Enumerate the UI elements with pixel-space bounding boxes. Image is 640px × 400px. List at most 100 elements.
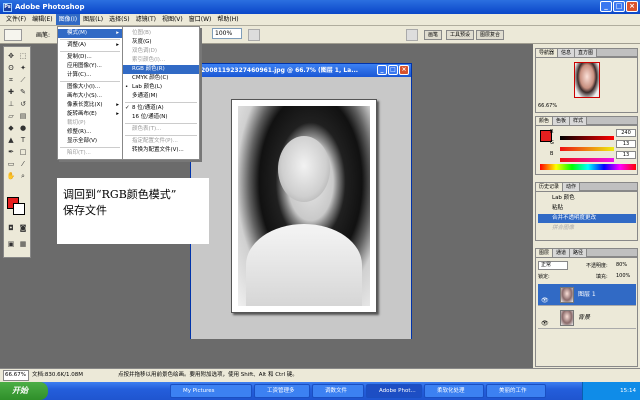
image-menu-trim[interactable]: 修整(R)... [58, 128, 122, 137]
full-screen-icon[interactable]: ▦ [18, 239, 28, 249]
channel-g-slider[interactable] [560, 147, 614, 151]
tab-layers[interactable]: 图层 [536, 249, 554, 257]
navigator-zoom[interactable]: 66.67% [538, 103, 557, 109]
brush-tool-icon[interactable]: ✎ [18, 87, 28, 97]
gradient-tool-icon[interactable]: ▤ [18, 111, 28, 121]
minimize-button[interactable]: _ [600, 1, 612, 12]
move-tool-icon[interactable]: ✥ [6, 51, 16, 61]
marquee-tool-icon[interactable]: ⬚ [18, 51, 28, 61]
brush-tool-preset-icon[interactable] [4, 29, 22, 41]
menu-layer[interactable]: 图层(L) [80, 14, 106, 25]
channel-b-value[interactable]: 13 [616, 151, 636, 159]
notes-tool-icon[interactable]: ▭ [6, 159, 16, 169]
mode-grayscale[interactable]: 灰度(G) [123, 38, 199, 47]
channel-r-value[interactable]: 240 [616, 129, 636, 137]
mode-lab[interactable]: • Lab 颜色(L) [123, 83, 199, 92]
image-menu-pixel-aspect[interactable]: 像素长宽比(X) ▸ [58, 101, 122, 110]
task-folder[interactable]: 调数文件 [312, 384, 364, 398]
magic-wand-tool-icon[interactable]: ✦ [18, 63, 28, 73]
blur-tool-icon[interactable]: ◆ [6, 123, 16, 133]
image-menu-reveal-all[interactable]: 显示全部(V) [58, 137, 122, 146]
image-menu-mode[interactable]: 模式(M) ▸ [58, 29, 122, 38]
tab-styles[interactable]: 样式 [570, 117, 588, 125]
layer-row[interactable]: 👁 背景 [538, 307, 636, 329]
history-brush-icon[interactable]: ↺ [18, 99, 28, 109]
channel-r-slider[interactable] [560, 136, 614, 140]
task-my-pictures[interactable]: My Pictures [170, 384, 252, 398]
image-menu-rotate[interactable]: 旋转画布(E) ▸ [58, 110, 122, 119]
eye-icon[interactable]: 👁 [541, 313, 549, 335]
mode-16bit[interactable]: 16 位/通道(N) [123, 113, 199, 122]
image-menu-duplicate[interactable]: 复制(D)... [58, 53, 122, 62]
channel-b-slider[interactable] [560, 158, 614, 162]
menu-view[interactable]: 视图(V) [159, 14, 186, 25]
menu-filter[interactable]: 滤镜(T) [133, 14, 159, 25]
task-manager[interactable]: 工资管理多 [254, 384, 310, 398]
tab-paths[interactable]: 路径 [570, 249, 588, 257]
system-tray-clock[interactable]: 15:14 [582, 382, 640, 400]
tab-channels[interactable]: 通道 [553, 249, 571, 257]
status-zoom-field[interactable]: 66.67% [3, 370, 29, 381]
mode-8bit[interactable]: ✓ 8 位/通道(A) [123, 104, 199, 113]
task-photoshop[interactable]: Adobe Phot... [366, 384, 422, 398]
tab-info[interactable]: 信息 [558, 49, 576, 57]
standard-mode-icon[interactable]: ◙ [18, 223, 28, 233]
maximize-button[interactable]: □ [613, 1, 625, 12]
mode-multichannel[interactable]: 多通道(M) [123, 92, 199, 101]
crop-tool-icon[interactable]: ⌗ [6, 75, 16, 85]
document-canvas[interactable] [191, 77, 411, 339]
path-select-icon[interactable]: ▲ [6, 135, 16, 145]
menu-edit[interactable]: 编辑(E) [29, 14, 55, 25]
navigator-thumbnail[interactable] [574, 62, 600, 98]
mode-convert-profile[interactable]: 转换为配置文件(V)... [123, 146, 199, 155]
doc-maximize-button[interactable]: □ [388, 65, 398, 75]
tab-histogram[interactable]: 直方图 [575, 49, 598, 57]
blend-mode-select[interactable]: 正常 [538, 261, 568, 270]
hand-tool-icon[interactable]: ✋ [6, 171, 16, 181]
status-doc-size[interactable]: 文档:830.6K/1.08M [32, 369, 83, 382]
mode-cmyk[interactable]: CMYK 颜色(C) [123, 74, 199, 83]
quick-mask-icon[interactable]: ◘ [6, 223, 16, 233]
tab-color[interactable]: 颜色 [536, 117, 554, 125]
image-menu-image-size[interactable]: 图像大小(I)... [58, 83, 122, 92]
close-button[interactable]: × [626, 1, 638, 12]
menu-image[interactable]: 图像(I) [55, 14, 81, 25]
doc-minimize-button[interactable]: _ [377, 65, 387, 75]
history-item[interactable]: 粘贴 [538, 204, 636, 213]
image-menu-apply-image[interactable]: 应用图像(Y)... [58, 62, 122, 71]
image-menu-canvas-size[interactable]: 画布大小(S)... [58, 92, 122, 101]
shape-tool-icon[interactable]: □ [18, 147, 28, 157]
stamp-tool-icon[interactable]: ⊥ [6, 99, 16, 109]
dodge-tool-icon[interactable]: ● [18, 123, 28, 133]
menu-help[interactable]: 帮助(H) [214, 14, 241, 25]
history-item[interactable]: 拼合图像 [538, 224, 636, 233]
image-menu-calculations[interactable]: 计算(C)... [58, 71, 122, 80]
opacity-value[interactable]: 80% [616, 262, 627, 268]
layer-row-selected[interactable]: 👁 图层 1 [538, 284, 636, 306]
type-tool-icon[interactable]: T [18, 135, 28, 145]
tab-history[interactable]: 历史记录 [536, 183, 564, 191]
zoom-field[interactable]: 100% [212, 28, 242, 39]
background-color-swatch[interactable] [13, 203, 25, 215]
mode-rgb[interactable]: RGB 颜色(R) [123, 65, 199, 74]
well-tool-presets[interactable]: 工具预设 [446, 30, 475, 40]
zoom-tool-icon[interactable]: ⌕ [18, 171, 28, 181]
history-item-selected[interactable]: 合并不透明度更改 [538, 214, 636, 223]
menu-select[interactable]: 选择(S) [106, 14, 133, 25]
doc-close-button[interactable]: × [399, 65, 409, 75]
document-titlebar[interactable]: 20081192327460961.jpg @ 66.7% (图层 1, La.… [191, 64, 411, 77]
lasso-tool-icon[interactable]: ʘ [6, 63, 16, 73]
start-button[interactable]: 开始 [0, 382, 48, 400]
menu-window[interactable]: 窗口(W) [186, 14, 215, 25]
task-beautiful-work[interactable]: 美丽的工作 [486, 384, 546, 398]
image-menu-adjust[interactable]: 调整(A) ▸ [58, 41, 122, 50]
fill-value[interactable]: 100% [616, 273, 630, 279]
eyedropper-tool-icon[interactable]: ⁄ [18, 159, 28, 169]
palette-well-icon[interactable] [406, 29, 418, 41]
well-layer-comps[interactable]: 图层复合 [476, 30, 505, 40]
history-item[interactable]: Lab 颜色 [538, 194, 636, 203]
airbrush-icon[interactable] [248, 29, 260, 41]
healing-brush-icon[interactable]: ✚ [6, 87, 16, 97]
eraser-tool-icon[interactable]: ▱ [6, 111, 16, 121]
channel-g-value[interactable]: 13 [616, 140, 636, 148]
